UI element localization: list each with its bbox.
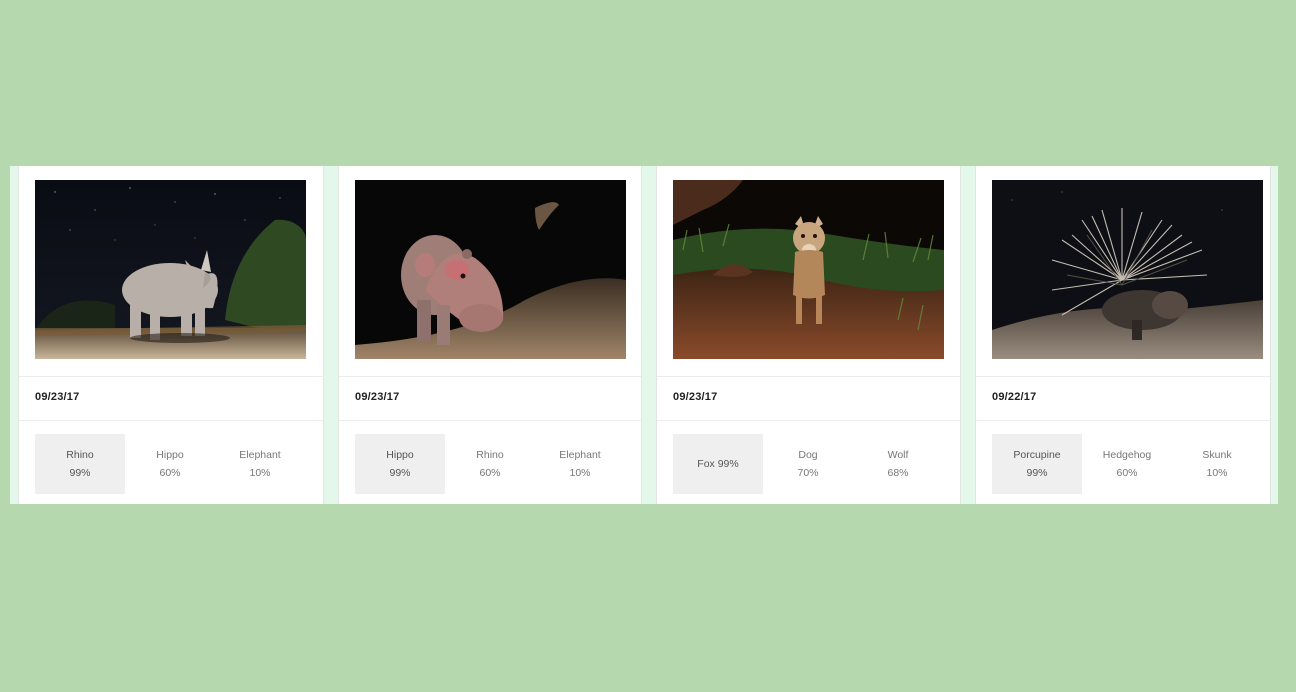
prediction-confidence: 60% bbox=[1116, 467, 1138, 479]
prediction-option[interactable]: Elephant 10% bbox=[535, 434, 625, 494]
prediction-option[interactable]: Hippo 60% bbox=[125, 434, 215, 494]
prediction-label: Hippo bbox=[386, 449, 414, 461]
prediction-label: Dog bbox=[798, 449, 818, 461]
prediction-option-selected[interactable]: Rhino 99% bbox=[35, 434, 125, 494]
prediction-label: Porcupine bbox=[1013, 449, 1061, 461]
prediction-option[interactable]: Rhino 60% bbox=[445, 434, 535, 494]
camera-trap-card[interactable]: 09/23/17 Rhino 99% Hippo 60% Elephant 10… bbox=[18, 166, 324, 504]
prediction-option[interactable]: Hedgehog 60% bbox=[1082, 434, 1172, 494]
hippo-photo[interactable] bbox=[355, 180, 626, 359]
divider bbox=[657, 376, 960, 377]
prediction-list: Fox 99% Dog 70% Wolf 68% bbox=[673, 434, 945, 494]
prediction-confidence: 10% bbox=[249, 467, 271, 479]
divider bbox=[19, 420, 323, 421]
divider bbox=[976, 376, 1270, 377]
prediction-list: Rhino 99% Hippo 60% Elephant 10% bbox=[35, 434, 307, 494]
prediction-confidence: 70% bbox=[797, 467, 819, 479]
prediction-confidence: 99% bbox=[69, 467, 91, 479]
divider bbox=[19, 376, 323, 377]
prediction-label: Rhino bbox=[66, 449, 94, 461]
prediction-label: Elephant bbox=[559, 449, 601, 461]
porcupine-photo[interactable] bbox=[992, 180, 1263, 359]
prediction-option[interactable]: Dog 70% bbox=[763, 434, 853, 494]
capture-date: 09/22/17 bbox=[992, 391, 1037, 403]
camera-trap-card[interactable]: 09/22/17 Porcupine 99% Hedgehog 60% Skun… bbox=[975, 166, 1271, 504]
prediction-confidence: 68% bbox=[887, 467, 909, 479]
prediction-label: Rhino bbox=[476, 449, 504, 461]
prediction-label: Hippo bbox=[156, 449, 184, 461]
prediction-confidence: 60% bbox=[159, 467, 181, 479]
prediction-label: Elephant bbox=[239, 449, 281, 461]
prediction-option[interactable]: Skunk 10% bbox=[1172, 434, 1262, 494]
jackal-photo[interactable] bbox=[673, 180, 944, 359]
divider bbox=[339, 376, 641, 377]
divider bbox=[657, 420, 960, 421]
prediction-option-selected[interactable]: Fox 99% bbox=[673, 434, 763, 494]
prediction-confidence: 60% bbox=[479, 467, 501, 479]
prediction-confidence: 99% bbox=[1026, 467, 1048, 479]
capture-date: 09/23/17 bbox=[355, 391, 400, 403]
divider bbox=[339, 420, 641, 421]
prediction-confidence: 99% bbox=[389, 467, 411, 479]
prediction-label: Hedgehog bbox=[1102, 449, 1152, 461]
divider bbox=[976, 420, 1270, 421]
prediction-option-selected[interactable]: Porcupine 99% bbox=[992, 434, 1082, 494]
prediction-label: Skunk bbox=[1202, 449, 1232, 461]
prediction-option[interactable]: Wolf 68% bbox=[853, 434, 943, 494]
capture-date: 09/23/17 bbox=[673, 391, 718, 403]
capture-date: 09/23/17 bbox=[35, 391, 80, 403]
camera-trap-card[interactable]: 09/23/17 Hippo 99% Rhino 60% Elephant 10… bbox=[338, 166, 642, 504]
prediction-option-selected[interactable]: Hippo 99% bbox=[355, 434, 445, 494]
prediction-list: Hippo 99% Rhino 60% Elephant 10% bbox=[355, 434, 627, 494]
prediction-label: Wolf bbox=[887, 449, 909, 461]
camera-trap-card[interactable]: 09/23/17 Fox 99% Dog 70% Wolf 68% bbox=[656, 166, 961, 504]
prediction-list: Porcupine 99% Hedgehog 60% Skunk 10% bbox=[992, 434, 1264, 494]
prediction-option[interactable]: Elephant 10% bbox=[215, 434, 305, 494]
prediction-confidence: 10% bbox=[1206, 467, 1228, 479]
prediction-confidence: 10% bbox=[569, 467, 591, 479]
prediction-label: Fox 99% bbox=[697, 458, 739, 470]
rhino-photo[interactable] bbox=[35, 180, 306, 359]
